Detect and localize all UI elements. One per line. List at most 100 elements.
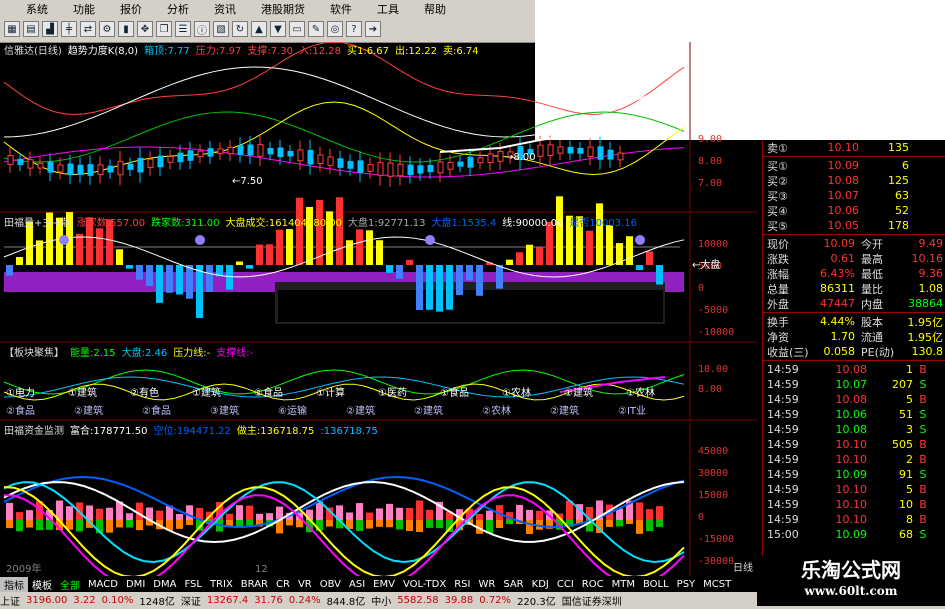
menu-item-3[interactable]: 分析 [167,1,189,17]
tab-10[interactable]: VR [294,579,316,590]
sector-label-r1: ①建筑 [192,386,221,399]
volume-bar [536,247,543,265]
tab-3[interactable]: MACD [84,579,122,590]
menu-item-0[interactable]: 系统 [26,1,48,17]
sector-label-r1: ①农林 [502,386,531,399]
news-icon[interactable]: ▧ [213,21,229,37]
tab-1[interactable]: 模板 [28,577,56,592]
panel1-item-5: 买1:6.67 [347,46,389,57]
stat-row: 涨跌 0.61 最高 10.16 [763,251,945,266]
list-icon[interactable]: ☰ [175,21,191,37]
brand-watermark: 乐淘公式网 www.60lt.com [757,556,945,606]
compare-icon[interactable]: ⇄ [80,21,96,37]
fund-bar-down [506,520,513,525]
tab-8[interactable]: BRAR [237,579,272,590]
status-item-5: 深证 [180,597,201,608]
black-block [278,290,663,322]
panel3-item-2: 压力线:- [173,348,211,359]
panel3-item-1: 大盘:2.46 [121,348,168,359]
stat2-label: 股本 [861,315,883,329]
sell-vol: 135 [888,141,909,154]
menu-item-5[interactable]: 港股期货 [261,1,305,17]
tab-5[interactable]: DMA [149,579,180,590]
candle-body [267,147,274,155]
stat-label: 外盘 [767,297,789,311]
select-icon[interactable]: ▭ [289,21,305,37]
tab-18[interactable]: KDJ [528,579,553,590]
fund-bar-down [366,520,373,529]
tab-7[interactable]: TRIX [206,579,237,590]
target-icon[interactable]: ◎ [327,21,343,37]
tick-side: B [919,513,927,526]
sector-label-r2: ⑥运输 [278,404,307,417]
question-icon[interactable]: ? [346,21,362,37]
tab-12[interactable]: ASI [345,579,369,590]
refresh-icon[interactable]: ↻ [232,21,248,37]
menu-item-7[interactable]: 工具 [377,1,399,17]
stat-value: 47447 [820,297,855,310]
candle-body [7,155,14,165]
tab-24[interactable]: MCST [699,579,735,590]
panel4-item-1: 空位:194471.22 [153,426,231,437]
tab-9[interactable]: CR [272,579,294,590]
volume-bar [206,265,213,292]
panel1-item-3: 支撑:7.30 [247,46,293,57]
fund-bar-up [516,504,523,520]
tab-19[interactable]: CCI [553,579,578,590]
menu-item-1[interactable]: 功能 [73,1,95,17]
window-icon[interactable]: ❐ [156,21,172,37]
down-icon[interactable]: ▼ [270,21,286,37]
tick-time: 14:59 [767,363,799,376]
tick-row: 14:59 10.10 8 B [763,512,945,527]
buy-label: 买② [767,174,788,188]
tab-6[interactable]: FSL [180,579,206,590]
buy-label: 买① [767,159,788,173]
table-icon[interactable]: ▤ [23,21,39,37]
tab-15[interactable]: RSI [450,579,474,590]
panel2-item-6: 是否10003.16 [569,218,638,229]
tab-11[interactable]: OBV [316,579,345,590]
bar-icon[interactable]: ▮ [118,21,134,37]
tab-0[interactable]: 指标 [0,576,28,592]
tick-price: 10.07 [835,378,868,391]
tab-22[interactable]: BOLL [639,579,673,590]
fund-bar-up [426,509,433,520]
tab-21[interactable]: MTM [608,579,639,590]
fund-bar-up [86,505,93,520]
k-line-icon[interactable]: ╪ [61,21,77,37]
tab-20[interactable]: ROC [578,579,608,590]
tick-price: 10.10 [835,498,868,511]
tab-16[interactable]: WR [474,579,499,590]
candle-body [317,154,324,164]
stat-label: 量比 [861,282,883,296]
tab-13[interactable]: EMV [369,579,399,590]
menu-item-8[interactable]: 帮助 [424,1,446,17]
up-icon[interactable]: ▲ [251,21,267,37]
pen-icon[interactable]: ✎ [308,21,324,37]
quote-footer[interactable]: 日线 [733,559,753,574]
arrow-icon[interactable]: ➔ [365,21,381,37]
tab-14[interactable]: VOL-TDX [399,579,450,590]
fund-bar-up [186,505,193,520]
grid-icon[interactable]: ▦ [4,21,20,37]
stat2-label: 换手 [767,315,789,329]
chart-icon[interactable]: ▟ [42,21,58,37]
tick-vol: 1 [906,363,913,376]
tab-17[interactable]: SAR [499,579,527,590]
candle-body [467,156,474,168]
gear-icon[interactable]: ⚙ [99,21,115,37]
menu-item-2[interactable]: 报价 [120,1,142,17]
brand-url: www.60lt.com [804,584,898,598]
status-item-8: 0.24% [288,595,321,606]
buy-label: 买③ [767,189,788,203]
tab-23[interactable]: PSY [673,579,700,590]
tools-icon[interactable]: ✥ [137,21,153,37]
panel1-title: 信雅达(日线) [4,46,62,57]
tab-4[interactable]: DMI [122,579,149,590]
menu-item-6[interactable]: 软件 [330,1,352,17]
volume-bar [126,265,133,269]
candle-body [417,165,424,174]
menu-item-4[interactable]: 资讯 [214,1,236,17]
info-icon[interactable]: ⓘ [194,21,210,37]
tab-2[interactable]: 全部 [56,577,84,592]
